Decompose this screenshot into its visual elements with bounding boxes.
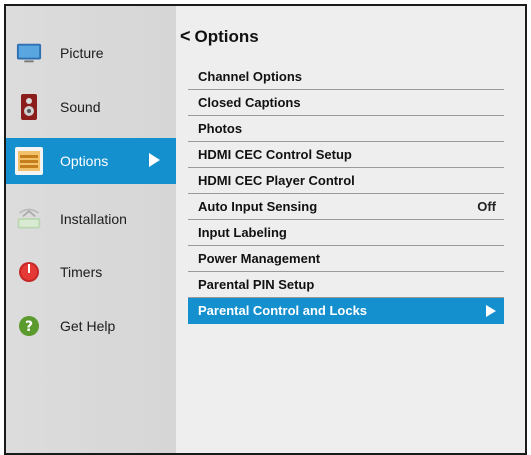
options-menu: Channel Options Closed Captions Photos H… (188, 64, 504, 324)
sidebar-item-label: Options (60, 153, 109, 169)
back-icon[interactable]: < (180, 26, 191, 47)
sidebar-item-timers[interactable]: Timers (6, 249, 176, 295)
sidebar-item-label: Sound (60, 99, 101, 115)
sidebar-item-label: Picture (60, 45, 104, 61)
sidebar-item-sound[interactable]: Sound (6, 84, 176, 130)
sidebar-item-options[interactable]: Options (6, 138, 176, 184)
timer-icon (16, 259, 42, 285)
menu-item-parental-pin-setup[interactable]: Parental PIN Setup (188, 272, 504, 298)
help-icon: ? (16, 313, 42, 339)
page-title-text: Options (194, 26, 259, 46)
menu-item-photos[interactable]: Photos (188, 116, 504, 142)
menu-item-input-labeling[interactable]: Input Labeling (188, 220, 504, 246)
menu-item-hdmi-cec-player-control[interactable]: HDMI CEC Player Control (188, 168, 504, 194)
sidebar-item-label: Installation (60, 211, 127, 227)
tv-settings-screen: Picture Sound Options Installation Timer… (4, 4, 527, 455)
monitor-icon (16, 40, 42, 66)
menu-item-label: Auto Input Sensing (198, 199, 318, 214)
antenna-icon (16, 206, 42, 232)
menu-item-label: Channel Options (198, 69, 302, 84)
menu-item-label: Input Labeling (198, 225, 287, 240)
menu-item-channel-options[interactable]: Channel Options (188, 64, 504, 90)
options-panel: < Options Channel Options Closed Caption… (176, 6, 525, 453)
sidebar-item-label: Get Help (60, 318, 116, 334)
menu-item-label: Parental PIN Setup (198, 277, 315, 292)
menu-item-value: Off (477, 199, 496, 214)
menu-item-label: HDMI CEC Control Setup (198, 147, 352, 162)
menu-item-label: Closed Captions (198, 95, 301, 110)
chevron-right-icon (149, 153, 160, 167)
sidebar-item-label: Timers (60, 264, 103, 280)
page-title: < Options (180, 26, 259, 47)
menu-item-hdmi-cec-control-setup[interactable]: HDMI CEC Control Setup (188, 142, 504, 168)
menu-item-label: Photos (198, 121, 243, 136)
sidebar-item-installation[interactable]: Installation (6, 196, 176, 242)
menu-item-label: HDMI CEC Player Control (198, 173, 355, 188)
sidebar-item-get-help[interactable]: ? Get Help (6, 303, 176, 349)
svg-text:?: ? (25, 319, 33, 335)
menu-item-closed-captions[interactable]: Closed Captions (188, 90, 504, 116)
menu-item-power-management[interactable]: Power Management (188, 246, 504, 272)
menu-item-parental-control-and-locks[interactable]: Parental Control and Locks (188, 298, 504, 324)
speaker-icon (16, 94, 42, 120)
menu-item-label: Parental Control and Locks (198, 303, 368, 318)
options-panel-icon (15, 147, 43, 175)
menu-item-auto-input-sensing[interactable]: Auto Input Sensing Off (188, 194, 504, 220)
sidebar-item-picture[interactable]: Picture (6, 30, 176, 76)
sidebar: Picture Sound Options Installation Timer… (6, 6, 176, 453)
chevron-right-icon (486, 305, 496, 317)
menu-item-label: Power Management (198, 251, 321, 266)
